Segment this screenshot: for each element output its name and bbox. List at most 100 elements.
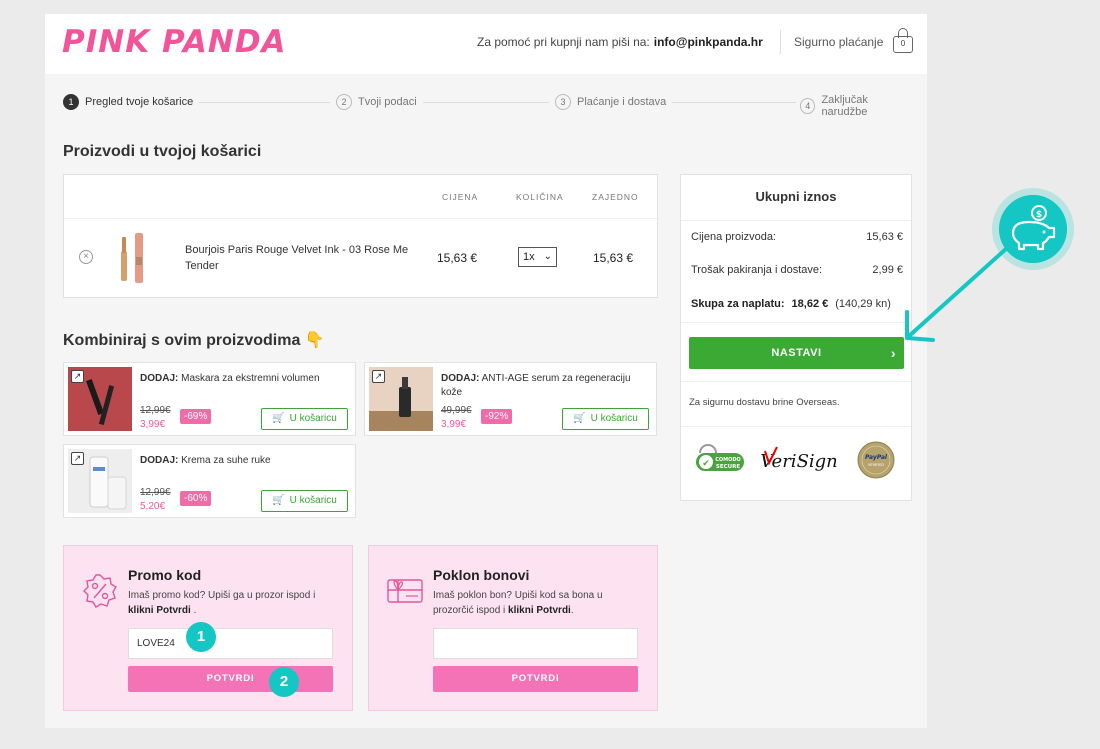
divider [681, 381, 911, 382]
external-link-icon[interactable]: ↗ [71, 452, 84, 465]
step-label: Zaključak narudžbe [821, 94, 868, 118]
step-number: 2 [336, 94, 352, 110]
header: PINK PANDA Za pomoć pri kupnji nam piši … [45, 14, 927, 74]
step-4: 4 Zaključak narudžbe [796, 94, 913, 118]
cart-icon: 🛒 [573, 413, 586, 424]
summary-title: Ukupni iznos [755, 189, 837, 204]
header-divider [780, 30, 781, 54]
discount-badge: -92% [481, 409, 513, 424]
cart-bag-icon[interactable]: 0 [893, 28, 913, 54]
step-2: 2 Tvoji podaci [330, 94, 423, 110]
combo-item-name: DODAJ: ANTI-AGE serum za regeneraciju ko… [441, 373, 631, 398]
total-row: Skupa za naplatu: 18,62 € (140,29 kn) [691, 298, 891, 310]
external-link-icon[interactable]: ↗ [372, 370, 385, 383]
promo-code-input[interactable]: LOVE24 [128, 628, 333, 659]
voucher-description: Imaš poklon bon? Upiši kod sa bona u pro… [433, 590, 603, 616]
old-price: 49,99€ [441, 405, 472, 416]
combo-item-name: DODAJ: Maskara za ekstremni volumen [140, 373, 320, 384]
step-number: 1 [63, 94, 79, 110]
order-summary: Ukupni iznos Cijena proizvoda: 15,63 € Tr… [680, 174, 912, 501]
cart-table: CIJENA KOLIČINA ZAJEDNO × Bourjois Paris… [63, 174, 658, 298]
product-price: 15,63 € [437, 251, 478, 265]
step-line [193, 102, 333, 103]
gift-card-icon [387, 579, 423, 603]
step-line [663, 102, 803, 103]
new-price: 5,20€ [140, 501, 166, 512]
column-total: ZAJEDNO [592, 192, 639, 202]
divider [681, 220, 911, 221]
comodo-secure-badge: ✔ COMODO SECURE [696, 444, 744, 471]
cart-title: Proizvodi u tvojoj košarici [63, 143, 262, 160]
new-price: 3,99€ [441, 419, 467, 430]
combo-item: ↗ DODAJ: Krema za suhe ruke 12,99€ 5,20€… [63, 444, 356, 518]
continue-button[interactable]: NASTAVI › [689, 337, 904, 369]
shipping-note: Za sigurnu dostavu brine Overseas. [689, 397, 840, 408]
voucher-title: Poklon bonovi [433, 567, 530, 583]
voucher-code-input[interactable] [433, 628, 638, 659]
logo[interactable]: PINK PANDA [62, 24, 287, 60]
promo-description: Imaš promo kod? Upiši ga u prozor ispod … [128, 590, 316, 616]
svg-text:VeriSign: VeriSign [760, 451, 838, 472]
svg-text:✔: ✔ [702, 459, 710, 469]
bag-count: 0 [893, 36, 913, 53]
step-line [413, 102, 553, 103]
gift-voucher-box: Poklon bonovi Imaš poklon bon? Upiši kod… [368, 545, 658, 711]
cart-icon: 🛒 [272, 495, 285, 506]
column-price: CIJENA [442, 192, 479, 202]
remove-item-icon[interactable]: × [79, 250, 93, 264]
add-to-cart-button[interactable]: 🛒 U košaricu [261, 490, 348, 512]
step-3: 3 Plaćanje i dostava [549, 94, 673, 110]
combo-item: ↗ DODAJ: Maskara za ekstremni volumen 12… [63, 362, 356, 436]
step-number: 4 [800, 98, 816, 114]
old-price: 12,99€ [140, 405, 171, 416]
secure-payment-text: Sigurno plaćanje [794, 35, 884, 49]
quantity-value: 1x [523, 251, 535, 263]
add-to-cart-button[interactable]: 🛒 U košaricu [261, 408, 348, 430]
svg-text:PayPal: PayPal [865, 454, 888, 461]
step-1: 1 Pregled tvoje košarice [63, 94, 200, 110]
svg-text:COMODO: COMODO [715, 457, 741, 463]
divider [681, 322, 911, 323]
product-total: 15,63 € [593, 251, 634, 265]
paypal-verified-badge: PayPal VERIFIED [857, 441, 895, 479]
svg-text:SECURE: SECURE [716, 464, 740, 470]
discount-badge: -69% [180, 409, 212, 424]
step-label: Tvoji podaci [358, 96, 417, 108]
checkout-steps: 1 Pregled tvoje košarice 2 Tvoji podaci … [63, 94, 913, 118]
highlight-arrow [905, 246, 1009, 342]
products-price-row: Cijena proizvoda: 15,63 € [691, 231, 903, 243]
step-label: Plaćanje i dostava [577, 96, 667, 108]
promo-title: Promo kod [128, 567, 202, 583]
checkout-page: PINK PANDA Za pomoć pri kupnji nam piši … [45, 14, 927, 728]
product-name[interactable]: Bourjois Paris Rouge Velvet Ink - 03 Ros… [185, 242, 410, 274]
voucher-confirm-button[interactable]: POTVRDI [433, 666, 638, 692]
cart-icon: 🛒 [272, 413, 285, 424]
discount-badge: -60% [180, 491, 212, 506]
annotation-badge-1: 1 [186, 622, 216, 652]
old-price: 12,99€ [140, 487, 171, 498]
combo-item-name: DODAJ: Krema za suhe ruke [140, 455, 271, 466]
promo-confirm-button[interactable]: POTVRDI [128, 666, 333, 692]
help-line: Za pomoć pri kupnji nam piši na: info@pin… [477, 35, 763, 49]
new-price: 3,99€ [140, 419, 166, 430]
combo-item: ↗ DODAJ: ANTI-AGE serum za regeneraciju … [364, 362, 657, 436]
quantity-select[interactable]: 1x ⌄ [518, 247, 557, 267]
chevron-down-icon: ⌄ [543, 251, 552, 262]
shipping-row: Trošak pakiranja i dostave: 2,99 € [691, 264, 903, 276]
divider [681, 426, 911, 427]
help-text: Za pomoć pri kupnji nam piši na: [477, 35, 650, 49]
help-email[interactable]: info@pinkpanda.hr [654, 35, 763, 49]
step-label: Pregled tvoje košarice [85, 96, 194, 108]
divider [64, 218, 657, 219]
product-image[interactable] [114, 231, 154, 285]
svg-text:VERIFIED: VERIFIED [868, 463, 884, 467]
add-to-cart-button[interactable]: 🛒 U košaricu [562, 408, 649, 430]
discount-percent-icon [83, 574, 117, 608]
combo-title: Kombiniraj s ovim proizvodima 👇 [63, 332, 325, 349]
external-link-icon[interactable]: ↗ [71, 370, 84, 383]
annotation-badge-2: 2 [269, 667, 299, 697]
verisign-badge: VeriSign [760, 446, 838, 472]
svg-text:$: $ [1036, 210, 1042, 220]
step-number: 3 [555, 94, 571, 110]
column-quantity: KOLIČINA [516, 192, 564, 202]
